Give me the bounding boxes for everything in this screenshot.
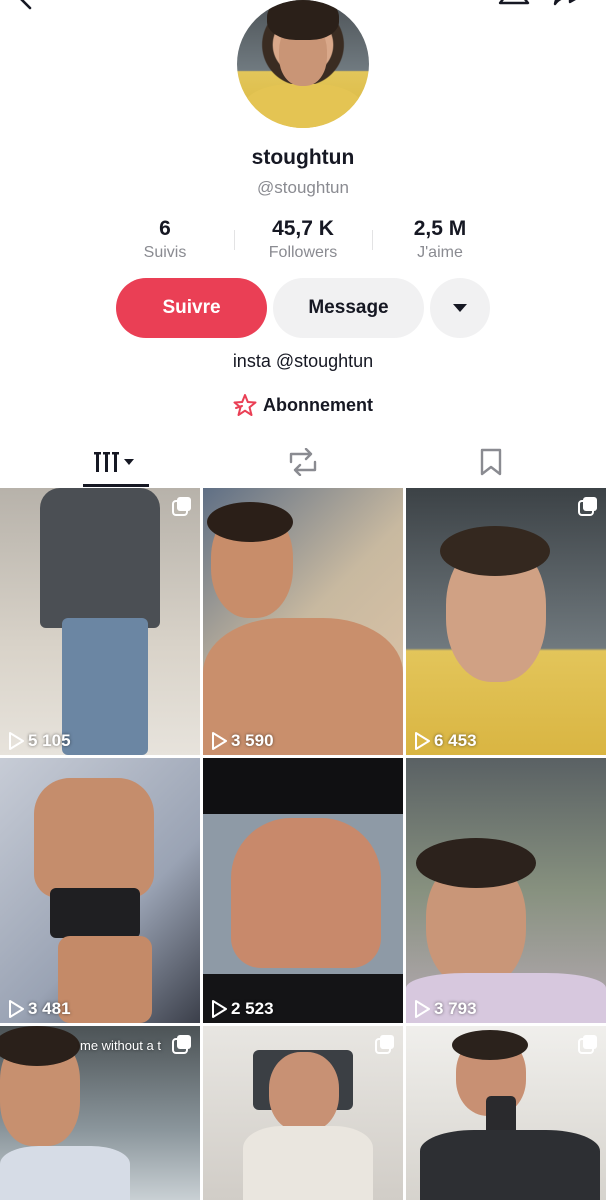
view-count: 3 793: [414, 999, 477, 1019]
video-tile[interactable]: 2 523: [203, 758, 403, 1023]
video-thumbnail: [420, 1130, 600, 1200]
video-tile[interactable]: 5 105: [0, 488, 200, 755]
view-count-value: 3 793: [434, 999, 477, 1018]
video-thumbnail: [231, 818, 381, 968]
avatar-hair: [267, 0, 339, 40]
view-count: 3 481: [8, 999, 71, 1019]
video-thumbnail: [50, 888, 140, 938]
view-count-value: 6 453: [434, 731, 477, 750]
video-thumbnail: [440, 526, 550, 576]
share-icon[interactable]: [552, 0, 586, 14]
stat-following[interactable]: 6 Suivis: [95, 216, 235, 264]
view-count-value: 5 105: [28, 731, 71, 750]
video-thumbnail: [40, 488, 160, 628]
view-count-value: 3 590: [231, 731, 274, 750]
play-icon: [415, 1000, 430, 1018]
profile-stats: 6 Suivis 45,7 K Followers 2,5 M J'aime: [0, 216, 606, 266]
multi-photo-icon: [172, 1035, 191, 1054]
play-icon: [9, 1000, 24, 1018]
back-arrow-icon[interactable]: [14, 0, 38, 10]
stat-followers-label: Followers: [268, 244, 338, 261]
bio-text: insta @stoughtun: [232, 351, 374, 371]
video-tile[interactable]: 3 590: [203, 488, 403, 755]
view-count: 2 523: [211, 999, 274, 1019]
play-icon: [415, 732, 430, 750]
username: stoughtun: [251, 146, 355, 169]
view-count: 5 105: [8, 731, 71, 751]
view-count-value: 3 481: [28, 999, 71, 1018]
view-count: 3 590: [211, 731, 274, 751]
more-options-button[interactable]: [430, 278, 490, 338]
video-caption: me without a t: [80, 1038, 161, 1053]
avatar[interactable]: [237, 0, 369, 128]
stat-likes-value: 2,5 M: [413, 217, 467, 240]
video-thumbnail: [243, 1126, 373, 1200]
stat-followers[interactable]: 45,7 K Followers: [233, 216, 373, 264]
follow-button[interactable]: Suivre: [116, 278, 267, 338]
stat-followers-value: 45,7 K: [272, 217, 334, 240]
video-thumbnail: [0, 1146, 130, 1200]
view-count-value: 2 523: [231, 999, 274, 1018]
video-thumbnail: [416, 838, 536, 888]
video-tile[interactable]: 3 793: [406, 758, 606, 1023]
play-icon: [212, 732, 227, 750]
video-tile[interactable]: 6 453: [406, 488, 606, 755]
multi-photo-icon: [375, 1035, 394, 1054]
video-thumbnail: [452, 1030, 528, 1060]
video-grid: 5 105 3 590 6 453 3 481 2 523 3 793 me w…: [0, 488, 606, 1200]
repost-icon: [289, 448, 317, 476]
play-icon: [212, 1000, 227, 1018]
stat-likes-label: J'aime: [417, 244, 463, 261]
message-button[interactable]: Message: [273, 278, 424, 338]
active-tab-indicator: [83, 484, 149, 487]
multi-photo-icon: [172, 497, 191, 516]
profile-tabs: [0, 436, 606, 488]
multi-photo-icon: [578, 497, 597, 516]
video-thumbnail: [62, 618, 148, 755]
view-count: 6 453: [414, 731, 477, 751]
bell-icon[interactable]: [498, 0, 530, 14]
caret-down-icon: [453, 304, 467, 312]
tab-saved[interactable]: [458, 436, 524, 488]
video-tile[interactable]: me without a t: [0, 1026, 200, 1200]
grid-videos-icon: [94, 452, 134, 472]
stat-following-label: Suivis: [143, 244, 187, 261]
bookmark-icon: [480, 448, 502, 476]
video-thumbnail: [269, 1052, 339, 1132]
subscription-star-icon: [233, 394, 257, 416]
video-tile[interactable]: [203, 1026, 403, 1200]
user-handle: @stoughtun: [257, 178, 349, 197]
stat-likes: 2,5 M J'aime: [370, 216, 510, 264]
stat-following-value: 6: [159, 217, 171, 240]
subscription-label: Abonnement: [263, 394, 373, 415]
subscription-link[interactable]: Abonnement: [0, 394, 606, 416]
video-thumbnail: [58, 936, 152, 1023]
tab-videos[interactable]: [83, 436, 149, 488]
video-tile[interactable]: 3 481: [0, 758, 200, 1023]
avatar-shirt: [243, 84, 363, 128]
video-thumbnail: [34, 778, 154, 898]
video-tile[interactable]: [406, 1026, 606, 1200]
multi-photo-icon: [578, 1035, 597, 1054]
play-icon: [9, 732, 24, 750]
tab-reposts[interactable]: [270, 436, 336, 488]
video-thumbnail: [207, 502, 293, 542]
